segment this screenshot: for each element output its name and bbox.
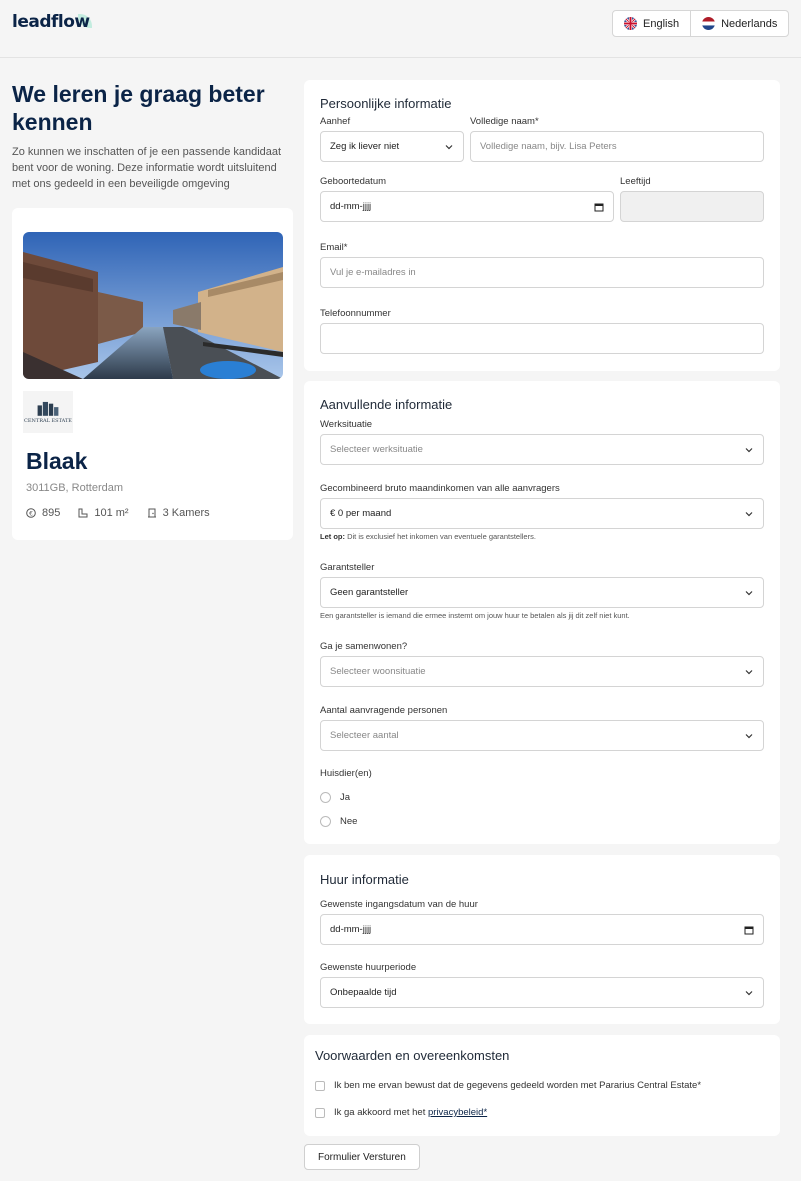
chevron-down-icon <box>745 512 753 517</box>
guarantor-select[interactable]: Geen garantsteller <box>320 577 764 608</box>
income-select[interactable]: € 0 per maand <box>320 498 764 529</box>
terms-card: Voorwaarden en overeenkomsten Ik ben me … <box>304 1035 780 1136</box>
property-address: 3011GB, Rotterdam <box>26 482 124 494</box>
pets-no-radio[interactable] <box>320 816 331 827</box>
chevron-down-icon <box>745 670 753 675</box>
submit-button[interactable]: Formulier Versturen <box>304 1144 420 1170</box>
pets-yes-radio[interactable] <box>320 792 331 803</box>
salutation-select[interactable]: Zeg ik liever niet <box>320 131 464 162</box>
consent-option[interactable]: Ik ben me ervan bewust dat de gegevens g… <box>315 1080 701 1091</box>
agency-logo: CENTRAL ESTATE <box>23 391 73 433</box>
language-switcher: English Nederlands <box>612 10 790 37</box>
work-select[interactable]: Selecteer werksituatie <box>320 434 764 465</box>
income-label: Gecombineerd bruto maandinkomen van alle… <box>320 483 560 494</box>
page-title: We leren je graag beter kennen <box>12 81 265 135</box>
period-label: Gewenste huurperiode <box>320 962 417 973</box>
privacy-checkbox[interactable] <box>315 1107 325 1118</box>
svg-text:€: € <box>29 510 33 517</box>
chevron-down-icon <box>745 591 753 596</box>
top-bar: leadflow English Nederlands <box>0 0 801 58</box>
cohabit-select[interactable]: Selecteer woonsituatie <box>320 656 764 687</box>
fullname-input[interactable]: Volledige naam, bijv. Lisa Peters <box>470 131 764 162</box>
pets-yes-option[interactable]: Ja <box>320 792 350 803</box>
email-input[interactable]: Vul je e-mailadres in <box>320 257 764 288</box>
rental-info-title: Huur informatie <box>320 872 409 887</box>
pets-no-option[interactable]: Nee <box>320 816 357 827</box>
property-name: Blaak <box>26 448 88 474</box>
birthdate-label: Geboortedatum <box>320 176 387 187</box>
uk-flag-icon <box>624 17 637 30</box>
property-stats: € 895 101 m² 3 Kamers <box>26 507 210 519</box>
agency-logo-text: CENTRAL ESTATE <box>24 418 72 424</box>
chevron-down-icon <box>745 448 753 453</box>
privacy-label: Ik ga akkoord met het privacybeleid* <box>334 1107 488 1118</box>
property-photo <box>23 232 283 379</box>
logo[interactable]: leadflow <box>12 12 92 32</box>
language-english-button[interactable]: English <box>613 11 690 36</box>
income-hint: Let op: Dit is exclusief het inkomen van… <box>320 532 536 541</box>
start-date-label: Gewenste ingangsdatum van de huur <box>320 899 478 910</box>
persons-select[interactable]: Selecteer aantal <box>320 720 764 751</box>
property-card: CENTRAL ESTATE Blaak 3011GB, Rotterdam €… <box>12 208 293 540</box>
chevron-down-icon <box>745 734 753 739</box>
floor-area-icon <box>78 508 88 518</box>
phone-input[interactable] <box>320 323 764 354</box>
additional-info-title: Aanvullende informatie <box>320 397 453 412</box>
salutation-label: Aanhef <box>320 116 351 127</box>
start-date-input[interactable]: dd-mm-jjjj <box>320 914 764 945</box>
terms-title: Voorwaarden en overeenkomsten <box>315 1048 510 1063</box>
age-label: Leeftijd <box>620 176 651 187</box>
personal-info-title: Persoonlijke informatie <box>320 96 452 111</box>
guarantor-hint: Een garantsteller is iemand die ermee in… <box>320 611 630 620</box>
period-select[interactable]: Onbepaalde tijd <box>320 977 764 1008</box>
phone-label: Telefoonnummer <box>320 308 391 319</box>
page-description: Zo kunnen we inschatten of je een passen… <box>12 146 282 190</box>
building-icon <box>37 401 59 416</box>
language-english-label: English <box>643 17 680 30</box>
additional-info-card: Aanvullende informatie Werksituatie Sele… <box>304 381 780 844</box>
personal-info-card: Persoonlijke informatie Aanhef Zeg ik li… <box>304 80 780 371</box>
door-icon <box>147 508 156 518</box>
price-stat: € 895 <box>26 507 60 519</box>
consent-label: Ik ben me ervan bewust dat de gegevens g… <box>334 1080 702 1091</box>
chevron-down-icon <box>445 145 453 150</box>
birthdate-input[interactable]: dd-mm-jjjj <box>320 191 614 222</box>
persons-label: Aantal aanvragende personen <box>320 705 448 716</box>
privacy-option[interactable]: Ik ga akkoord met het privacybeleid* <box>315 1107 487 1118</box>
email-label: Email* <box>320 242 348 253</box>
language-dutch-button[interactable]: Nederlands <box>690 11 788 36</box>
calendar-icon[interactable] <box>594 202 604 212</box>
consent-checkbox[interactable] <box>315 1080 325 1091</box>
age-field <box>620 191 764 222</box>
cohabit-label: Ga je samenwonen? <box>320 641 408 652</box>
area-stat: 101 m² <box>78 507 129 519</box>
work-label: Werksituatie <box>320 419 373 430</box>
calendar-icon[interactable] <box>744 925 754 935</box>
guarantor-label: Garantsteller <box>320 562 375 573</box>
language-dutch-label: Nederlands <box>721 17 778 30</box>
fullname-label: Volledige naam* <box>470 116 539 127</box>
privacy-policy-link[interactable]: privacybeleid* <box>428 1107 487 1118</box>
pets-label: Huisdier(en) <box>320 768 372 779</box>
nl-flag-icon <box>702 17 716 30</box>
rooms-stat: 3 Kamers <box>147 507 210 519</box>
rental-info-card: Huur informatie Gewenste ingangsdatum va… <box>304 855 780 1024</box>
euro-icon: € <box>26 508 36 518</box>
chevron-down-icon <box>745 991 753 996</box>
